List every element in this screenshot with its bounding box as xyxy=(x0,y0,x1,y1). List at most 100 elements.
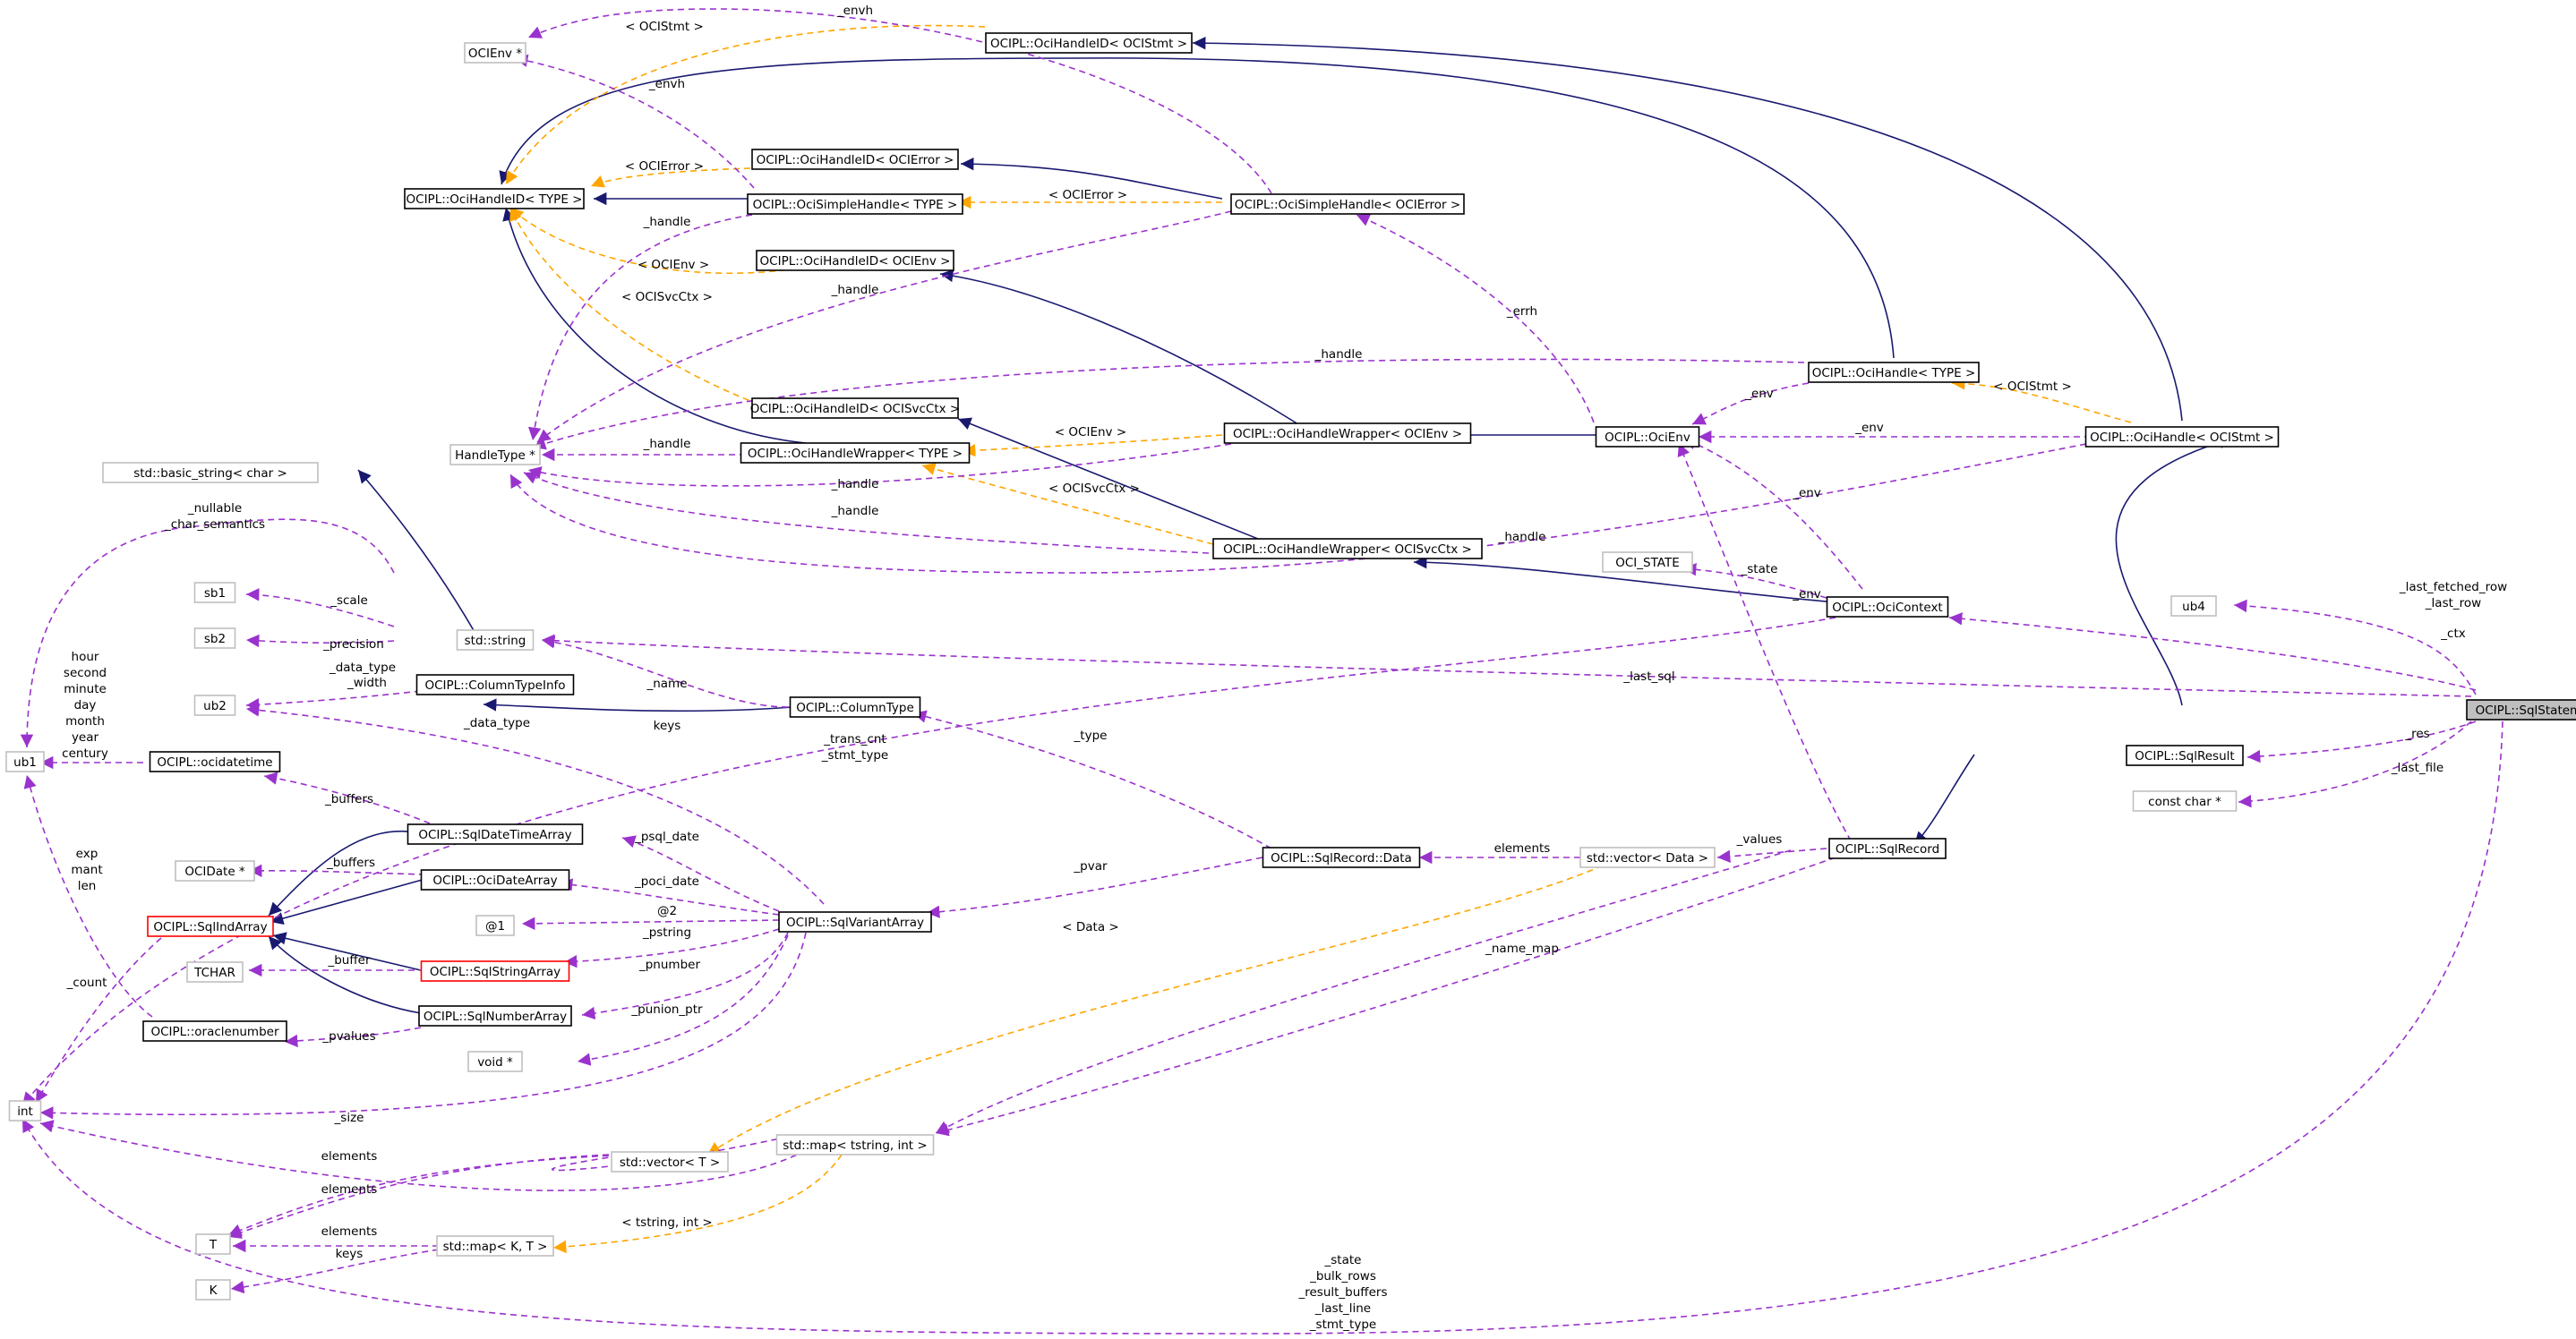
node-wrapsvc[interactable]: OCIPL::OciHandleWrapper< OCISvcCtx > xyxy=(1212,538,1483,559)
usage-edge xyxy=(248,864,426,877)
node-sqlnumberarray[interactable]: OCIPL::SqlNumberArray xyxy=(418,1005,572,1027)
node-tchar[interactable]: TCHAR xyxy=(186,961,244,983)
node-label: OCIPL::OciHandleID< OCIStmt > xyxy=(990,37,1187,51)
node-ub4[interactable]: ub4 xyxy=(2170,595,2217,617)
node-ocidatearray[interactable]: OCIPL::OciDateArray xyxy=(420,869,570,891)
node-stdstring[interactable]: std::string xyxy=(456,629,535,651)
inherit-edge xyxy=(268,830,417,917)
node-columntypeinfo[interactable]: OCIPL::ColumnTypeInfo xyxy=(415,674,575,695)
node-ub2[interactable]: ub2 xyxy=(193,695,236,716)
edge-label: _ctx xyxy=(2440,627,2465,641)
node-voidptr[interactable]: void * xyxy=(467,1051,523,1072)
edge-label: @2 xyxy=(657,904,677,918)
node-sqlstringarray[interactable]: OCIPL::SqlStringArray xyxy=(420,960,570,982)
node-maptstring[interactable]: std::map< tstring, int > xyxy=(775,1134,935,1156)
node-hiderr[interactable]: OCIPL::OciHandleID< OCIError > xyxy=(751,149,959,170)
node-sqldatetimearray[interactable]: OCIPL::SqlDateTimeArray xyxy=(407,823,584,845)
node-ocidatetime[interactable]: OCIPL::ocidatetime xyxy=(149,751,281,772)
edge-label: < OCIEnv > xyxy=(1055,425,1126,439)
edge-label: keys xyxy=(336,1247,364,1261)
node-constchar[interactable]: const char * xyxy=(2132,790,2238,812)
node-sb1[interactable]: sb1 xyxy=(193,582,236,603)
node-t[interactable]: T xyxy=(195,1233,231,1255)
usage-edge xyxy=(521,917,780,930)
node-label: OCIDate * xyxy=(184,865,245,879)
node-label: OCIPL::SqlRecord::Data xyxy=(1271,851,1412,866)
node-k[interactable]: K xyxy=(195,1279,231,1301)
node-label: OCIPL::ocidatetime xyxy=(157,755,272,770)
edge-label: _pnumber xyxy=(638,958,700,972)
usage-edge xyxy=(577,934,789,1066)
edge-label: elements xyxy=(321,1224,378,1239)
node-oraclenumber[interactable]: OCIPL::oraclenumber xyxy=(142,1020,287,1042)
edge-label: _buffers xyxy=(324,792,373,806)
node-label: OCIPL::OciHandleWrapper< TYPE > xyxy=(748,447,963,461)
node-sqlstatement[interactable]: OCIPL::SqlStatement xyxy=(2466,699,2576,721)
node-ocicontext[interactable]: OCIPL::OciContext xyxy=(1826,596,1949,618)
node-label: ub4 xyxy=(2182,600,2205,614)
edge-label: _handle xyxy=(831,477,879,491)
node-vectordata[interactable]: std::vector< Data > xyxy=(1579,847,1716,868)
usage-edge xyxy=(227,1154,610,1239)
edge-label: < OCIStmt > xyxy=(625,20,704,34)
edge-label: _trans_cnt xyxy=(823,732,886,746)
node-hidtype[interactable]: OCIPL::OciHandleID< TYPE > xyxy=(404,188,585,209)
node-ocidateptr[interactable]: OCIDate * xyxy=(175,860,255,882)
node-sqlrecord[interactable]: OCIPL::SqlRecord xyxy=(1828,838,1947,859)
node-handlestmt[interactable]: OCIPL::OciHandle< OCIStmt > xyxy=(2084,426,2280,448)
node-hidstmt[interactable]: OCIPL::OciHandleID< OCIStmt > xyxy=(985,32,1193,54)
node-ocienvptr[interactable]: OCIEnv * xyxy=(464,42,526,64)
node-vectort[interactable]: std::vector< T > xyxy=(611,1151,729,1173)
edge-label: _state xyxy=(1741,562,1778,576)
node-oci_state[interactable]: OCI_STATE xyxy=(1602,551,1693,573)
inherit-edge xyxy=(270,878,426,925)
node-simpleerr[interactable]: OCIPL::OciSimpleHandle< OCIError > xyxy=(1230,193,1465,215)
node-handletype[interactable]: OCIPL::OciHandle< TYPE > xyxy=(1808,362,1980,383)
edge-label: < OCIStmt > xyxy=(1993,380,2072,394)
edge-label: _data_type xyxy=(329,661,396,675)
edge-label: _last_row xyxy=(2425,596,2481,610)
node-simpletype[interactable]: OCIPL::OciSimpleHandle< TYPE > xyxy=(747,193,963,215)
node-handletypeptr[interactable]: HandleType * xyxy=(449,444,541,465)
node-wraptype[interactable]: OCIPL::OciHandleWrapper< TYPE > xyxy=(740,442,971,464)
node-columntype[interactable]: OCIPL::ColumnType xyxy=(789,696,921,718)
node-label: OCIPL::SqlResult xyxy=(2135,749,2234,763)
edge-label: _poci_date xyxy=(634,874,699,889)
usage-edge xyxy=(245,690,422,712)
node-ocienv[interactable]: OCIPL::OciEnv xyxy=(1595,426,1700,448)
edge-label: < Data > xyxy=(1062,920,1118,934)
edge-label: _bulk_rows xyxy=(1309,1269,1376,1284)
node-hidenv[interactable]: OCIPL::OciHandleID< OCIEnv > xyxy=(756,250,954,271)
node-sb2[interactable]: sb2 xyxy=(193,627,236,649)
edge-label: hour xyxy=(72,650,99,664)
node-wrapenv[interactable]: OCIPL::OciHandleWrapper< OCIEnv > xyxy=(1223,422,1472,444)
edge-label: < OCIError > xyxy=(1048,188,1127,202)
edge-label: _nullable xyxy=(187,501,242,516)
node-basicstring[interactable]: std::basic_string< char > xyxy=(102,462,319,483)
edge-label: _size xyxy=(334,1111,364,1125)
node-ub1[interactable]: ub1 xyxy=(5,751,45,772)
node-hidsvc[interactable]: OCIPL::OciHandleID< OCISvcCtx > xyxy=(750,397,961,419)
node-sqlrecorddata[interactable]: OCIPL::SqlRecord::Data xyxy=(1262,847,1421,868)
node-mapkt[interactable]: std::map< K, T > xyxy=(436,1235,554,1257)
edge-label: _char_semantics xyxy=(164,517,265,532)
edge-label: _errh xyxy=(1506,304,1537,319)
node-sqlindarray[interactable]: OCIPL::SqlIndArray xyxy=(147,916,274,937)
node-sqlvariantarray[interactable]: OCIPL::SqlVariantArray xyxy=(778,911,932,933)
node-at1[interactable]: @1 xyxy=(475,915,515,936)
node-label: ub1 xyxy=(13,755,37,770)
node-label: OCIPL::OciHandle< OCIStmt > xyxy=(2090,431,2274,445)
node-label: T xyxy=(209,1238,218,1252)
node-label: @1 xyxy=(485,919,505,934)
node-sqlresult[interactable]: OCIPL::SqlResult xyxy=(2126,745,2244,766)
node-label: OCIPL::OciHandleID< OCIError > xyxy=(757,153,954,167)
edge-label: _scale xyxy=(329,593,368,608)
edge-label: minute xyxy=(64,682,107,696)
node-label: std::vector< T > xyxy=(620,1156,720,1170)
usage-edge xyxy=(935,849,1792,1134)
node-label: int xyxy=(17,1104,33,1119)
node-int[interactable]: int xyxy=(8,1100,42,1122)
edge-label: _data_type xyxy=(463,716,530,730)
edge-label: len xyxy=(78,879,97,893)
node-label: OCIPL::OciHandleWrapper< OCISvcCtx > xyxy=(1223,542,1472,557)
